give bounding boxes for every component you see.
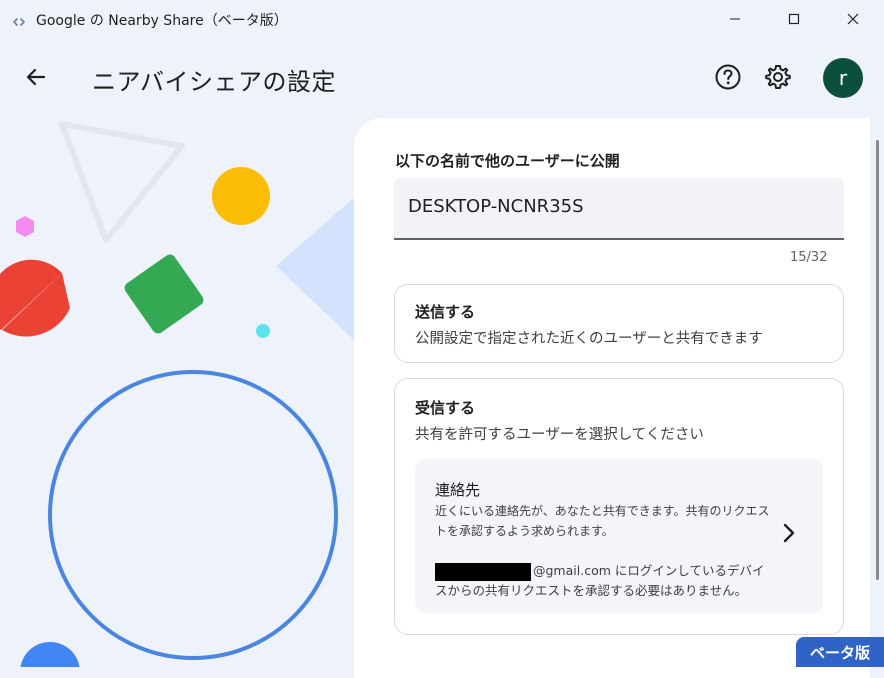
send-option-card[interactable]: 送信する 公開設定で指定された近くのユーザーと共有できます [394,284,844,363]
send-description: 公開設定で指定された近くのユーザーと共有できます [415,331,763,347]
receive-option-card[interactable]: 受信する 共有を許可するユーザーを選択してください 連絡先 近くにいる連絡先が、… [394,378,844,635]
title-bar: Google の Nearby Share（ベータ版） [0,0,884,38]
cyan-dot-shape [256,324,270,338]
minimize-button[interactable] [712,0,758,38]
arrow-left-icon [24,65,48,93]
device-name-field[interactable] [394,178,844,240]
decorative-illustration [0,118,354,667]
contacts-option[interactable]: 連絡先 近くにいる連絡先が、あなたと共有できます。共有のリクエストを承認するよう… [415,459,823,613]
contacts-description: 近くにいる連絡先が、あなたと共有できます。共有のリクエストを承認するよう求められ… [435,504,770,538]
large-circle-outline-shape [48,370,338,660]
yellow-circle-shape [212,167,270,225]
close-icon [847,13,859,25]
redacted-email [435,562,531,581]
avatar[interactable]: r [823,58,863,98]
app-header: ニアバイシェアの設定 r [0,38,884,118]
receive-description: 共有を許可するユーザーを選択してください [415,427,704,443]
minimize-icon [729,13,741,25]
nearby-share-icon [12,13,26,26]
page-title: ニアバイシェアの設定 [92,68,337,96]
pink-hexagon-shape [16,216,34,237]
device-name-label: 以下の名前で他のユーザーに公開 [395,152,620,170]
chevron-right-icon [781,522,797,548]
help-button[interactable] [712,63,744,95]
blue-circle-shape [20,642,80,667]
contacts-title: 連絡先 [435,481,481,499]
beta-badge: ベータ版 [796,637,884,667]
close-button[interactable] [830,0,876,38]
send-title: 送信する [415,303,476,321]
device-name-input[interactable] [408,196,828,217]
receive-title: 受信する [415,399,476,417]
settings-button[interactable] [762,63,794,95]
contacts-chevron[interactable] [775,521,803,549]
green-square-shape [124,254,204,334]
help-circle-icon [714,63,742,95]
maximize-icon [788,13,800,25]
contacts-note: @gmail.com にログインしているデバイスからの共有リクエストを承認する必… [435,561,775,601]
triangle-outline-shape [59,121,185,243]
gear-icon [764,63,792,95]
back-button[interactable] [20,63,52,95]
character-counter: 15/32 [790,250,828,265]
window-title: Google の Nearby Share（ベータ版） [36,13,288,29]
light-blue-diamond-shape [276,198,354,340]
scrollbar[interactable] [876,140,879,580]
maximize-button[interactable] [771,0,817,38]
